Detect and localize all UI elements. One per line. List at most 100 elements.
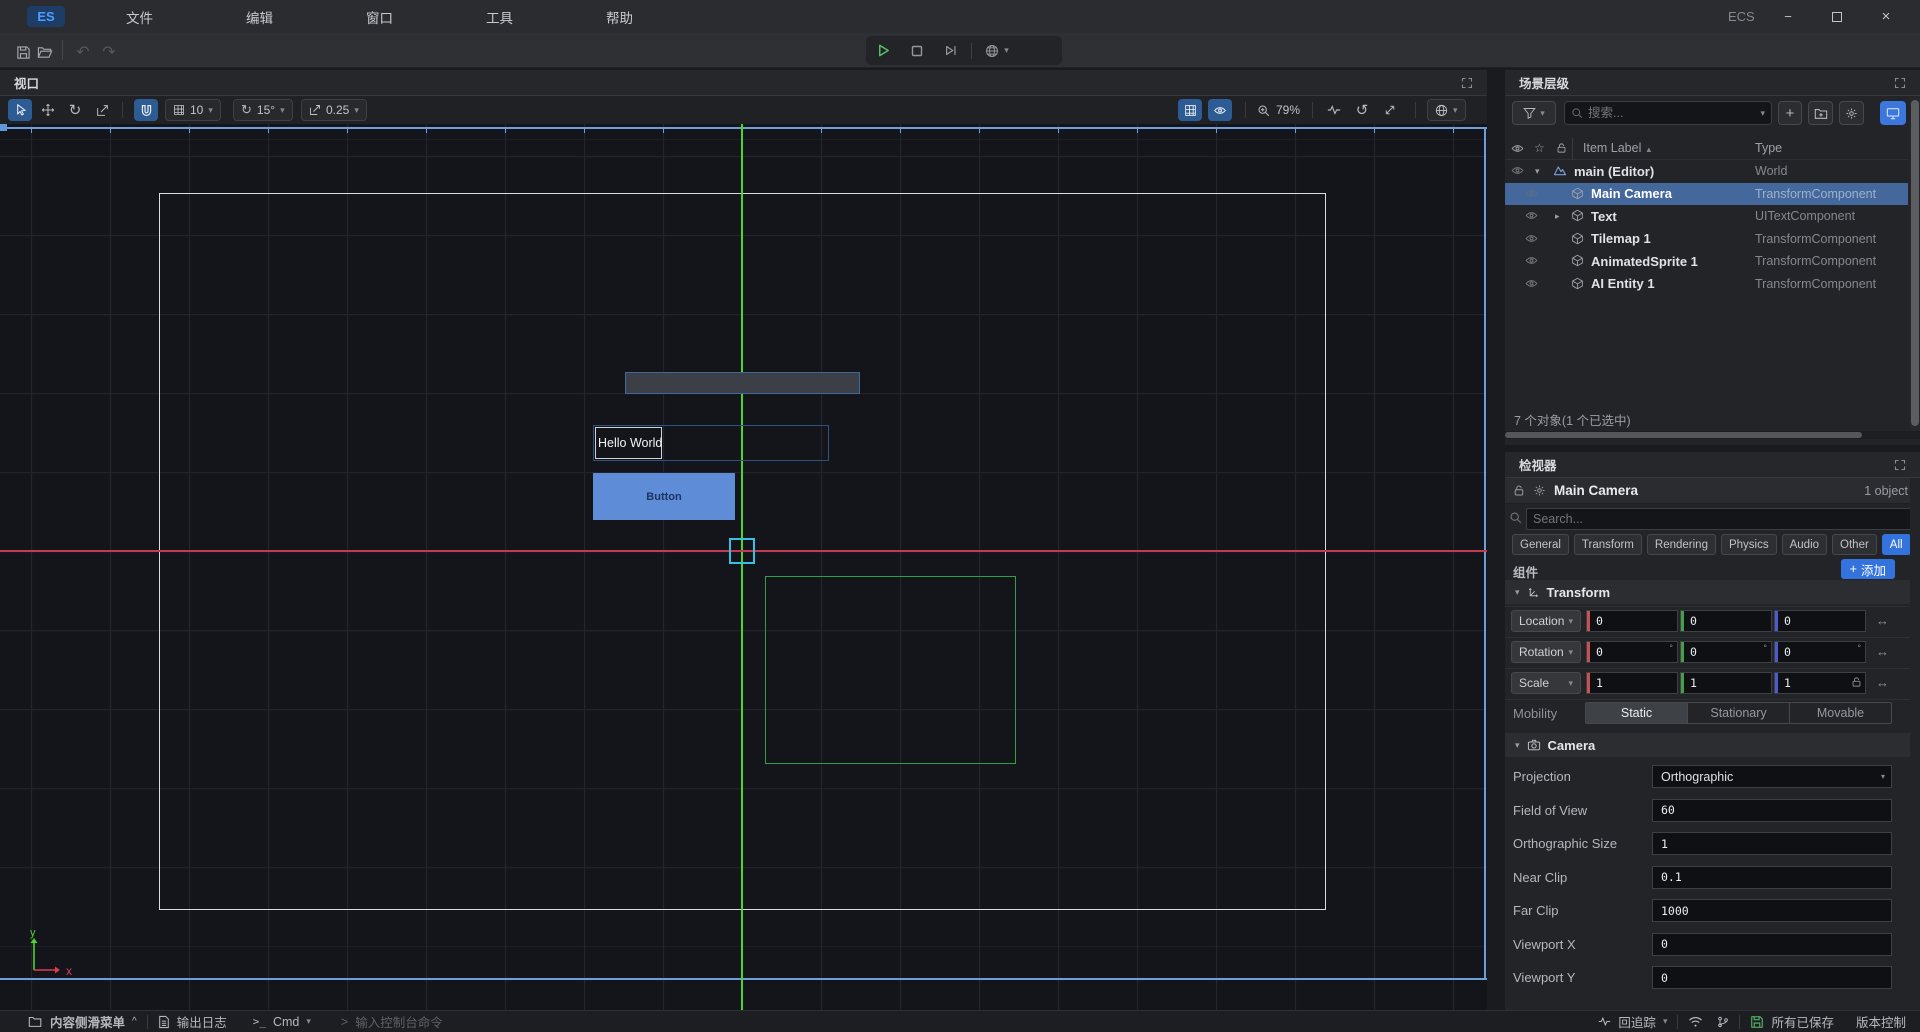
expand-panel-icon[interactable] bbox=[1894, 77, 1906, 89]
viewport-x-input[interactable] bbox=[1652, 933, 1892, 956]
near-clip-input[interactable] bbox=[1652, 866, 1892, 889]
menu-item-1[interactable]: 文件 bbox=[112, 0, 167, 33]
hierarchy-row[interactable]: AnimatedSprite 1TransformComponent bbox=[1505, 250, 1908, 273]
rotation-y-input[interactable]: ° bbox=[1680, 641, 1772, 663]
expand-panel-icon[interactable] bbox=[1894, 459, 1906, 471]
stop-button[interactable] bbox=[900, 36, 934, 65]
mobility-option-movable[interactable]: Movable bbox=[1789, 703, 1891, 723]
menu-item-2[interactable]: 编辑 bbox=[232, 0, 287, 33]
git-branch-icon[interactable] bbox=[1717, 1015, 1729, 1029]
step-button[interactable] bbox=[934, 36, 968, 65]
save-status[interactable]: 所有已保存 bbox=[1750, 1011, 1834, 1032]
visibility-eye-icon[interactable] bbox=[1525, 277, 1538, 290]
visibility-eye-icon[interactable] bbox=[1511, 164, 1524, 177]
move-tool-button[interactable] bbox=[36, 99, 60, 121]
menu-item-5[interactable]: 帮助 bbox=[592, 0, 647, 33]
location-x-input[interactable] bbox=[1586, 610, 1678, 632]
chevron-down-icon[interactable]: ▾ bbox=[1535, 166, 1540, 177]
tab-physics[interactable]: Physics bbox=[1721, 534, 1777, 555]
hierarchy-row[interactable]: Main CameraTransformComponent bbox=[1505, 183, 1908, 206]
menu-item-3[interactable]: 窗口 bbox=[352, 0, 407, 33]
console-input[interactable]: > 输入控制台命令 bbox=[341, 1011, 443, 1032]
chevron-right-icon[interactable]: ▸ bbox=[1555, 211, 1560, 222]
viewport-y-input[interactable] bbox=[1652, 966, 1892, 989]
add-component-button[interactable]: + 添加 bbox=[1841, 559, 1895, 579]
camera-section-header[interactable]: ▾ Camera bbox=[1505, 733, 1920, 757]
favorite-column-icon[interactable]: ☆ bbox=[1534, 141, 1545, 155]
play-button[interactable] bbox=[866, 36, 900, 65]
hierarchy-vscrollbar[interactable] bbox=[1910, 98, 1920, 431]
gear-icon[interactable] bbox=[1533, 484, 1546, 497]
save-icon[interactable] bbox=[12, 42, 34, 62]
hscrollbar-thumb[interactable] bbox=[1505, 432, 1862, 438]
fullscreen-button[interactable] bbox=[1378, 99, 1402, 121]
tab-all[interactable]: All bbox=[1882, 534, 1911, 555]
scale-lock-icon[interactable] bbox=[1851, 676, 1862, 688]
text-widget-bounds[interactable]: Hello World bbox=[593, 425, 829, 461]
rotation-snap-dropdown[interactable]: ↻ 15° ▾ bbox=[233, 99, 293, 121]
inspector-vscrollbar[interactable] bbox=[1910, 478, 1920, 1010]
visibility-eye-icon[interactable] bbox=[1525, 254, 1538, 267]
close-button[interactable]: × bbox=[1864, 0, 1908, 33]
rotation-x-input[interactable]: ° bbox=[1586, 641, 1678, 663]
open-folder-icon[interactable] bbox=[34, 42, 56, 62]
reset-view-button[interactable]: ↺ bbox=[1350, 99, 1374, 121]
trace-dropdown[interactable]: 回追踪 ▾ bbox=[1598, 1011, 1667, 1032]
maximize-button[interactable] bbox=[1815, 0, 1859, 33]
tab-audio[interactable]: Audio bbox=[1782, 534, 1827, 555]
hierarchy-row[interactable]: ▸TextUITextComponent bbox=[1505, 205, 1908, 228]
vscrollbar-thumb[interactable] bbox=[1911, 100, 1919, 426]
inspector-search-input[interactable] bbox=[1533, 512, 1906, 526]
hierarchy-row[interactable]: AI Entity 1TransformComponent bbox=[1505, 273, 1908, 296]
rotate-tool-button[interactable]: ↻ bbox=[63, 99, 87, 121]
transform-section-header[interactable]: ▾ Transform bbox=[1505, 580, 1920, 604]
rotation-mode-dropdown[interactable]: Rotation▾ bbox=[1511, 641, 1581, 663]
output-log-button[interactable]: 输出日志 bbox=[158, 1011, 227, 1032]
hierarchy-search[interactable]: ▾ bbox=[1564, 101, 1772, 125]
content-drawer-button[interactable]: 内容侧滑菜单 ^ bbox=[0, 1011, 137, 1032]
new-folder-button[interactable] bbox=[1808, 101, 1833, 125]
hierarchy-row[interactable]: ▾main (Editor)World bbox=[1505, 160, 1908, 183]
panel-widget[interactable] bbox=[625, 372, 860, 394]
scale-snap-dropdown[interactable]: 0.25 ▾ bbox=[301, 99, 367, 121]
scale-tool-button[interactable] bbox=[90, 99, 114, 121]
button-widget[interactable]: Button bbox=[593, 473, 735, 520]
cmd-dropdown[interactable]: >_ Cmd ▾ bbox=[253, 1011, 311, 1032]
text-widget[interactable]: Hello World bbox=[595, 427, 662, 459]
visibility-eye-icon[interactable] bbox=[1525, 232, 1538, 245]
scale-x-input[interactable] bbox=[1586, 672, 1678, 694]
type-column[interactable]: Type bbox=[1755, 141, 1782, 155]
grid-snap-dropdown[interactable]: 10 ▾ bbox=[165, 99, 221, 121]
rotation-z-input[interactable]: ° bbox=[1774, 641, 1866, 663]
field-of-view-input[interactable] bbox=[1652, 799, 1892, 822]
lock-column-icon[interactable] bbox=[1556, 142, 1567, 154]
location-z-input[interactable] bbox=[1774, 610, 1866, 632]
gizmo-visibility-toggle[interactable] bbox=[1208, 99, 1232, 121]
tab-rendering[interactable]: Rendering bbox=[1647, 534, 1716, 555]
projection-select[interactable]: Orthographic▾ bbox=[1652, 765, 1892, 788]
origin-selection-box[interactable] bbox=[729, 538, 755, 564]
tab-general[interactable]: General bbox=[1512, 534, 1569, 555]
link-axes-icon[interactable]: ↔ bbox=[1876, 644, 1889, 659]
hierarchy-row[interactable]: Tilemap 1TransformComponent bbox=[1505, 228, 1908, 251]
redo-icon[interactable]: ↷ bbox=[98, 42, 120, 62]
item-label-column[interactable]: Item Label ▲ bbox=[1583, 141, 1653, 155]
minimize-button[interactable]: − bbox=[1766, 0, 1810, 33]
hierarchy-settings-button[interactable] bbox=[1839, 101, 1864, 125]
location-y-input[interactable] bbox=[1680, 610, 1772, 632]
scale-mode-dropdown[interactable]: Scale▾ bbox=[1511, 672, 1581, 694]
snap-toggle-button[interactable] bbox=[134, 99, 158, 121]
app-logo[interactable]: ES bbox=[27, 6, 65, 27]
view-mode-dropdown[interactable]: ▾ bbox=[1427, 99, 1466, 121]
orthographic-size-input[interactable] bbox=[1652, 832, 1892, 855]
version-control-button[interactable]: 版本控制 bbox=[1856, 1011, 1920, 1032]
runtime-view-button[interactable] bbox=[1880, 101, 1906, 125]
expand-panel-icon[interactable] bbox=[1461, 77, 1473, 89]
undo-icon[interactable]: ↶ bbox=[72, 42, 94, 62]
scene-canvas[interactable]: Hello World Button y x bbox=[0, 124, 1487, 1010]
zoom-control[interactable]: 79% bbox=[1257, 99, 1300, 121]
lock-icon[interactable] bbox=[1513, 484, 1525, 497]
selection-handle[interactable] bbox=[0, 124, 7, 131]
location-mode-dropdown[interactable]: Location▾ bbox=[1511, 610, 1581, 632]
mobility-option-static[interactable]: Static bbox=[1586, 703, 1687, 723]
